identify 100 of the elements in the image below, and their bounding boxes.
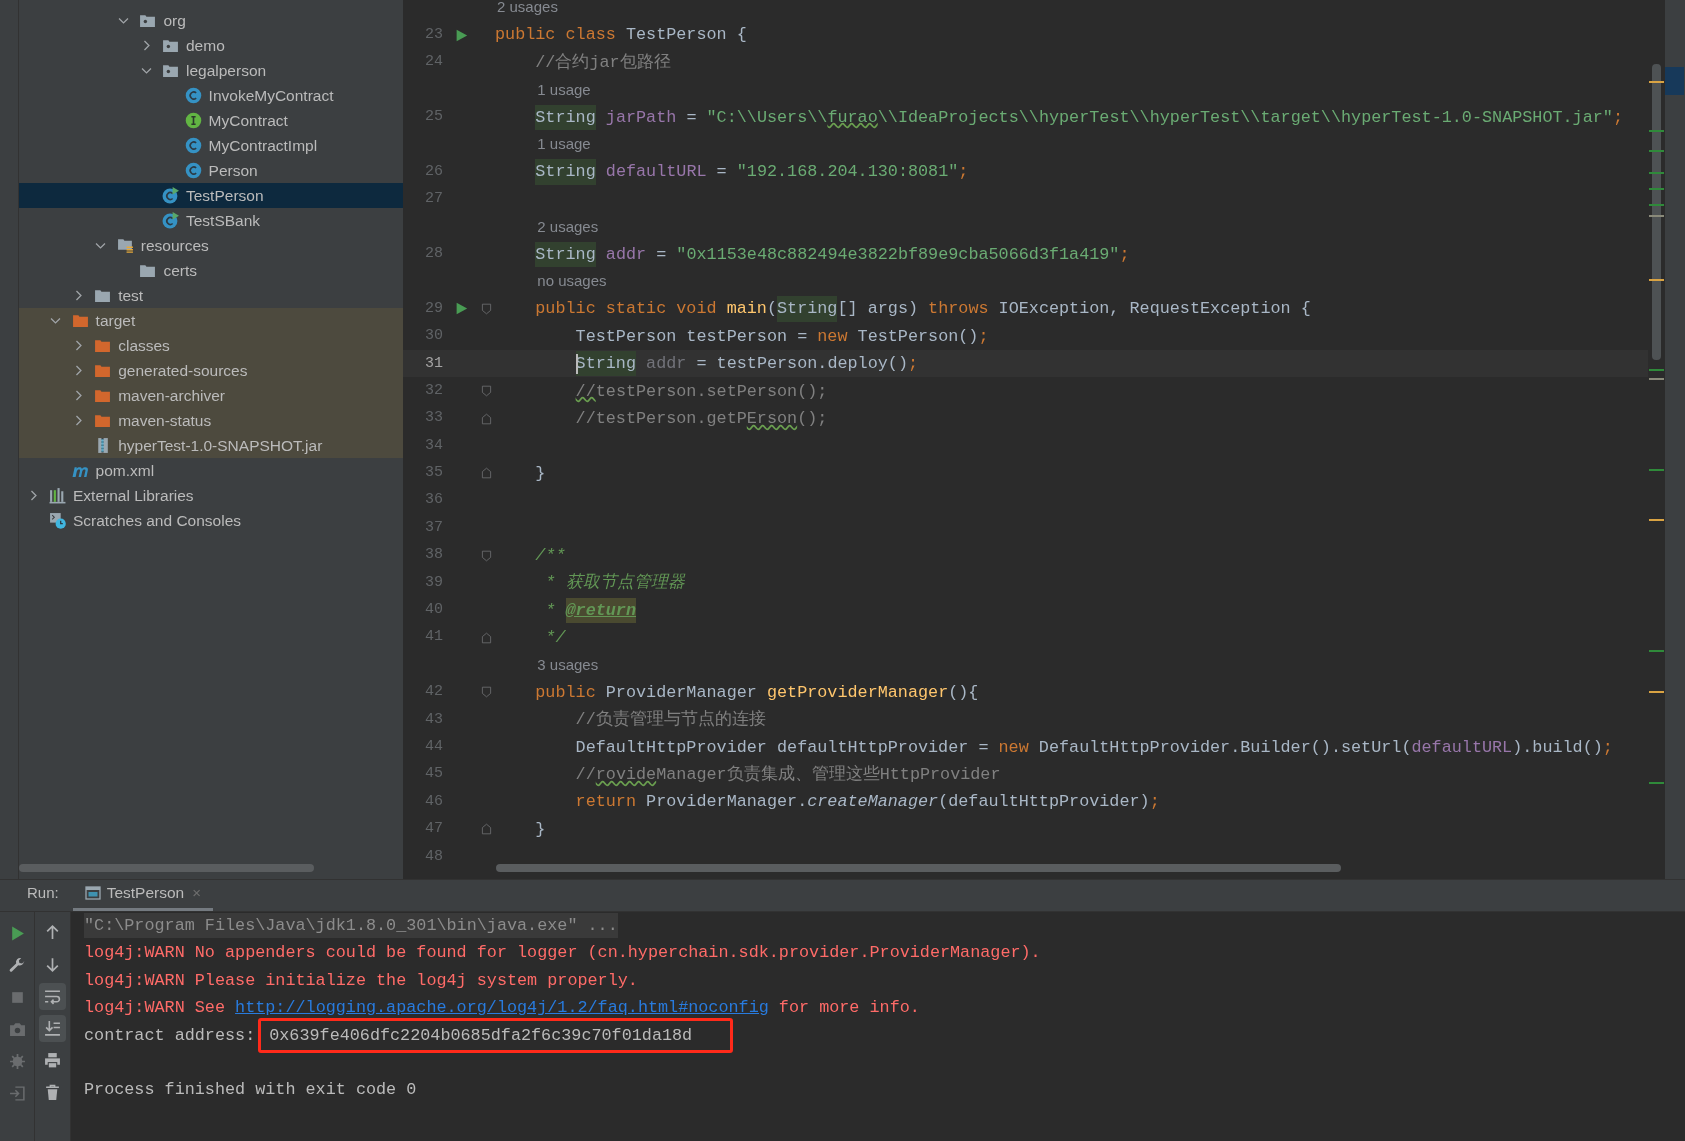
tree-item[interactable]: TestSBank — [19, 208, 403, 233]
tree-item[interactable]: Scratches and Consoles — [19, 508, 403, 533]
output-text: Process finished with exit code 0 — [84, 1079, 417, 1102]
arrow-down-icon — [44, 955, 61, 973]
tree-item[interactable]: MyContract — [19, 108, 403, 133]
warning-text: log4j:WARN See — [84, 997, 226, 1020]
fold-icon[interactable] — [480, 631, 492, 644]
fold-icon[interactable] — [480, 303, 492, 315]
soft-wrap-icon — [44, 987, 61, 1005]
usage-hint[interactable]: 2 usages — [497, 0, 558, 19]
tree-item[interactable]: InvokeMyContract — [19, 83, 403, 108]
soft-wrap-button[interactable] — [39, 982, 66, 1010]
fold-icon[interactable] — [480, 385, 492, 398]
tree-item[interactable]: resources — [19, 233, 403, 258]
warning-text: log4j:WARN No appenders could be found for logger (cn.hyperchain.sdk.provider.ProviderManager). — [84, 942, 1041, 965]
vertical-scrollbar[interactable] — [1652, 64, 1661, 360]
code-line: //合约jar包路径 — [534, 51, 671, 74]
fold-icon[interactable] — [480, 412, 492, 425]
stripe-mark[interactable] — [1649, 279, 1664, 282]
fold-icon[interactable] — [480, 467, 492, 480]
line-number: 37 — [424, 517, 443, 538]
run-label: Run: — [27, 882, 59, 903]
printer-icon — [44, 1051, 61, 1069]
code-line: public ProviderManager getProviderManager(){ — [534, 681, 979, 704]
usage-hint[interactable]: 1 usage — [537, 133, 591, 156]
tree-item[interactable]: External Libraries — [19, 483, 403, 508]
stripe-mark[interactable] — [1649, 468, 1664, 471]
line-number: 38 — [424, 545, 443, 566]
tree-item[interactable]: TestPerson — [19, 183, 403, 208]
tree-item[interactable]: Person — [19, 158, 403, 183]
tree-item[interactable]: pom.xml — [19, 458, 403, 483]
folder-icon — [94, 412, 112, 429]
scroll-to-end-icon — [44, 1019, 61, 1037]
code-line: /** — [534, 544, 566, 567]
usage-hint[interactable]: 3 usages — [537, 653, 599, 677]
code-line: String addr = testPerson.deploy(); — [493, 351, 919, 377]
horizontal-scrollbar[interactable] — [496, 864, 1341, 872]
class-icon — [184, 162, 202, 179]
stripe-mark[interactable] — [1649, 214, 1664, 217]
tree-item[interactable]: legalperson — [19, 58, 403, 83]
tree-item[interactable]: generated-sources — [19, 358, 403, 383]
line-number: 46 — [424, 791, 443, 812]
console-window-icon — [84, 885, 101, 901]
line-number: 26 — [424, 161, 443, 182]
scroll-to-end-button[interactable] — [39, 1014, 66, 1042]
run-icon[interactable] — [454, 28, 468, 42]
code-line: DefaultHttpProvider defaultHttpProvider = new DefaultHttpProvider.Builder().setUrl(defaultURL).build(); — [574, 736, 1613, 759]
line-number: 23 — [424, 24, 443, 45]
arrow-up-icon — [44, 923, 61, 941]
line-number: 24 — [424, 52, 443, 73]
stripe-mark[interactable] — [1649, 80, 1664, 83]
runnable-class-icon — [162, 212, 179, 229]
warning-text: log4j:WARN Please initialize the log4j system properly. — [84, 969, 638, 992]
stripe-mark[interactable] — [1649, 150, 1664, 153]
usage-hint[interactable]: no usages — [537, 270, 607, 293]
line-number: 36 — [424, 490, 443, 511]
stripe-mark[interactable] — [1649, 204, 1664, 207]
usage-hint[interactable]: 1 usage — [537, 78, 591, 102]
stripe-mark[interactable] — [1649, 378, 1664, 381]
run-icon[interactable] — [454, 302, 468, 316]
usage-hint[interactable]: 2 usages — [537, 215, 599, 239]
folder-icon — [94, 362, 112, 379]
camera-icon — [8, 1020, 26, 1038]
tree-item[interactable]: MyContractImpl — [19, 133, 403, 158]
tree-item[interactable]: test — [19, 283, 403, 308]
package-folder-icon — [162, 62, 179, 79]
tree-item[interactable]: org — [19, 8, 403, 33]
package-folder-icon — [139, 12, 157, 29]
code-line: String defaultURL = "192.168.204.130:8081"; — [493, 159, 969, 185]
tree-item[interactable]: certs — [19, 258, 403, 283]
stripe-mark[interactable] — [1649, 782, 1664, 785]
stripe-mark[interactable] — [1649, 519, 1664, 522]
exit-icon — [8, 1084, 26, 1102]
tree-item[interactable]: classes — [19, 333, 403, 358]
fold-icon[interactable] — [480, 823, 492, 836]
gear-icon — [8, 1052, 26, 1070]
tree-item[interactable]: maven-status — [19, 408, 403, 433]
tree-item[interactable]: demo — [19, 33, 403, 58]
code-line: String jarPath = "C:\\Users\\furao\\IdeaProjects\\hyperTest\\hyperTest\\target\\hyperTest-1.0-SNAPSHOT.jar"; — [493, 104, 1623, 130]
line-number: 31 — [424, 353, 443, 374]
stripe-mark[interactable] — [1649, 650, 1664, 653]
stripe-mark[interactable] — [1649, 690, 1664, 693]
runnable-class-icon — [162, 187, 179, 204]
stripe-mark[interactable] — [1649, 171, 1664, 174]
code-line: //testPerson.setPerson(); — [574, 380, 828, 403]
code-line: * 获取节点管理器 — [544, 572, 685, 595]
folder-icon — [94, 337, 112, 354]
tree-item[interactable]: target — [19, 308, 403, 333]
fold-icon[interactable] — [480, 549, 492, 562]
package-folder-icon — [162, 37, 179, 54]
output-text: contract address: — [84, 1024, 256, 1047]
code-line: */ — [544, 627, 566, 650]
stripe-mark[interactable] — [1649, 188, 1664, 191]
tree-item[interactable]: maven-archiver — [19, 383, 403, 408]
text-caret — [575, 353, 578, 374]
fold-icon[interactable] — [480, 686, 492, 699]
tree-item[interactable]: hyperTest-1.0-SNAPSHOT.jar — [19, 433, 403, 458]
line-number: 32 — [424, 380, 443, 401]
stripe-mark[interactable] — [1649, 368, 1664, 371]
horizontal-scrollbar[interactable] — [19, 864, 314, 872]
